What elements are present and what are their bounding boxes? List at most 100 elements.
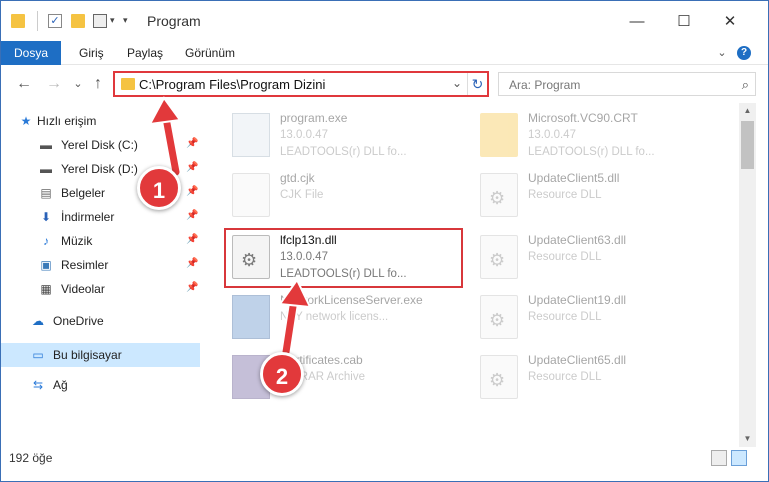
pin-icon[interactable]: 📌 bbox=[186, 138, 198, 149]
computer-icon: ▭ bbox=[32, 348, 44, 362]
file-name: UpdateClient19.dll bbox=[528, 293, 627, 307]
search-input[interactable]: Ara: Program ⌕ bbox=[498, 72, 756, 96]
sidebar-item-music[interactable]: ♪ Müzik 📌 bbox=[1, 229, 200, 253]
sidebar-item-label: Hızlı erişim bbox=[37, 114, 97, 128]
dll-icon: ⚙ bbox=[480, 295, 518, 339]
list-item[interactable]: Microsoft.VC90.CRT 13.0.0.47 LEADTOOLS(r… bbox=[470, 105, 708, 163]
star-icon: ★ bbox=[20, 114, 32, 128]
file-name: Microsoft.VC90.CRT bbox=[528, 111, 638, 125]
scrollbar-thumb[interactable] bbox=[741, 121, 754, 169]
network-icon: ⇆ bbox=[32, 378, 44, 392]
gear-icon: ⚙ bbox=[489, 310, 506, 330]
file-name: NetworkLicenseServer.exe bbox=[280, 293, 423, 307]
step-badge-2: 2 bbox=[260, 352, 304, 396]
view-options-icon[interactable] bbox=[93, 14, 107, 28]
sidebar-item-pictures[interactable]: ▣ Resimler 📌 bbox=[1, 253, 200, 277]
list-item[interactable]: ⚙ UpdateClient19.dll Resource DLL bbox=[470, 287, 708, 345]
tab-view[interactable]: Görünüm bbox=[185, 41, 235, 65]
explorer-window: ✓ ▾ ▾ Program — ☐ ✕ Dosya Giriş Paylaş G… bbox=[0, 0, 769, 482]
search-icon[interactable]: ⌕ bbox=[742, 77, 749, 93]
sidebar-item-downloads[interactable]: ⬇ İndirmeler 📌 bbox=[1, 205, 200, 229]
forward-button[interactable]: → bbox=[45, 74, 63, 94]
file-type: Resource DLL bbox=[528, 251, 602, 263]
exe-icon bbox=[232, 295, 270, 339]
expand-ribbon-icon[interactable]: ⌄ bbox=[713, 44, 731, 62]
navigation-bar: ← → ⌄ ↑ C:\Program Files\Program Dizini … bbox=[1, 65, 768, 103]
properties-check-icon[interactable]: ✓ bbox=[48, 14, 62, 28]
file-name: gtd.cjk bbox=[280, 171, 315, 185]
list-item[interactable]: program.exe 13.0.0.47 LEADTOOLS(r) DLL f… bbox=[222, 105, 460, 163]
up-button[interactable]: ↑ bbox=[89, 74, 107, 94]
list-item[interactable]: ⚙ UpdateClient5.dll Resource DLL bbox=[470, 165, 708, 223]
pin-icon[interactable]: 📌 bbox=[186, 162, 198, 173]
sidebar-item-label: Yerel Disk (D:) bbox=[61, 162, 138, 176]
file-type: Resource DLL bbox=[528, 189, 602, 201]
refresh-button[interactable]: ↻ bbox=[467, 73, 487, 95]
step-badge-1: 1 bbox=[137, 166, 181, 210]
sidebar-item-network[interactable]: ⇆ Ağ bbox=[1, 373, 200, 397]
sidebar-item-disk-c[interactable]: ▬ Yerel Disk (C:) 📌 bbox=[1, 133, 200, 157]
tab-file[interactable]: Dosya bbox=[1, 41, 61, 65]
pin-icon[interactable]: 📌 bbox=[186, 186, 198, 197]
list-item[interactable]: NetworkLicenseServer.exe NAY network lic… bbox=[222, 287, 460, 345]
file-icon bbox=[232, 173, 270, 217]
scroll-up-icon[interactable]: ▲ bbox=[739, 103, 756, 119]
gear-icon: ⚙ bbox=[489, 250, 506, 270]
dll-icon: ⚙ bbox=[480, 173, 518, 217]
status-bar: 192 öğe bbox=[1, 447, 768, 469]
cloud-icon: ☁ bbox=[32, 314, 44, 328]
recent-locations-button[interactable]: ⌄ bbox=[69, 74, 87, 94]
tab-share[interactable]: Paylaş bbox=[127, 41, 163, 65]
list-item[interactable]: Certificates.cab WinRAR Archive bbox=[222, 347, 460, 405]
file-description: NAY network licens... bbox=[280, 311, 389, 323]
scroll-down-icon[interactable]: ▼ bbox=[739, 431, 756, 447]
list-item[interactable]: gtd.cjk CJK File bbox=[222, 165, 460, 223]
ribbon-tabs: Dosya Giriş Paylaş Görünüm ⌄ ? bbox=[1, 41, 768, 65]
close-button[interactable]: ✕ bbox=[707, 1, 753, 41]
sidebar-item-videos[interactable]: ▦ Videolar 📌 bbox=[1, 277, 200, 301]
pin-icon[interactable]: 📌 bbox=[186, 258, 198, 269]
sidebar-item-label: Bu bilgisayar bbox=[53, 348, 122, 362]
file-version: 13.0.0.47 bbox=[528, 129, 576, 141]
vertical-scrollbar[interactable]: ▲ ▼ bbox=[739, 103, 756, 447]
new-folder-icon[interactable] bbox=[71, 14, 85, 28]
help-icon[interactable]: ? bbox=[737, 46, 751, 60]
chevron-down-icon[interactable]: ▾ bbox=[110, 15, 115, 26]
pictures-icon: ▣ bbox=[40, 258, 52, 272]
file-type: Resource DLL bbox=[528, 311, 602, 323]
address-path[interactable]: C:\Program Files\Program Dizini bbox=[139, 77, 325, 92]
navigation-pane: ★ Hızlı erişim ▬ Yerel Disk (C:) 📌 ▬ Yer… bbox=[1, 103, 206, 447]
download-icon: ⬇ bbox=[40, 210, 52, 224]
highlight-box bbox=[224, 228, 463, 288]
customize-toolbar-icon[interactable]: ▾ bbox=[123, 15, 128, 26]
file-name: UpdateClient63.dll bbox=[528, 233, 627, 247]
sidebar-item-label: Ağ bbox=[53, 378, 68, 392]
sidebar-item-label: Videolar bbox=[61, 282, 105, 296]
sidebar-item-onedrive[interactable]: ☁ OneDrive bbox=[1, 309, 200, 333]
music-icon: ♪ bbox=[43, 234, 49, 248]
list-item[interactable]: ⚙ UpdateClient65.dll Resource DLL bbox=[470, 347, 708, 405]
exe-icon bbox=[232, 113, 270, 157]
file-name: UpdateClient65.dll bbox=[528, 353, 627, 367]
address-bar[interactable]: C:\Program Files\Program Dizini ⌄ ↻ bbox=[113, 71, 489, 97]
minimize-button[interactable]: — bbox=[614, 1, 660, 41]
chevron-down-icon[interactable]: ⌄ bbox=[452, 76, 462, 90]
sidebar-item-this-pc[interactable]: ▭ Bu bilgisayar bbox=[1, 343, 200, 367]
videos-icon: ▦ bbox=[40, 282, 52, 296]
tab-home[interactable]: Giriş bbox=[79, 41, 104, 65]
file-type: CJK File bbox=[280, 189, 324, 201]
gear-icon: ⚙ bbox=[489, 188, 506, 208]
pin-icon[interactable]: 📌 bbox=[186, 210, 198, 221]
file-description: LEADTOOLS(r) DLL fo... bbox=[528, 146, 655, 158]
search-placeholder: Ara: Program bbox=[509, 78, 581, 92]
sidebar-item-label: Belgeler bbox=[61, 186, 106, 200]
documents-icon: ▤ bbox=[40, 186, 52, 200]
back-button[interactable]: ← bbox=[15, 74, 33, 94]
maximize-button[interactable]: ☐ bbox=[661, 1, 707, 41]
pin-icon[interactable]: 📌 bbox=[186, 282, 198, 293]
list-item[interactable]: ⚙ UpdateClient63.dll Resource DLL bbox=[470, 227, 708, 285]
details-view-icon[interactable] bbox=[711, 450, 727, 466]
pin-icon[interactable]: 📌 bbox=[186, 234, 198, 245]
tiles-view-icon[interactable] bbox=[731, 450, 747, 466]
sidebar-item-quick-access[interactable]: ★ Hızlı erişim bbox=[1, 109, 200, 133]
